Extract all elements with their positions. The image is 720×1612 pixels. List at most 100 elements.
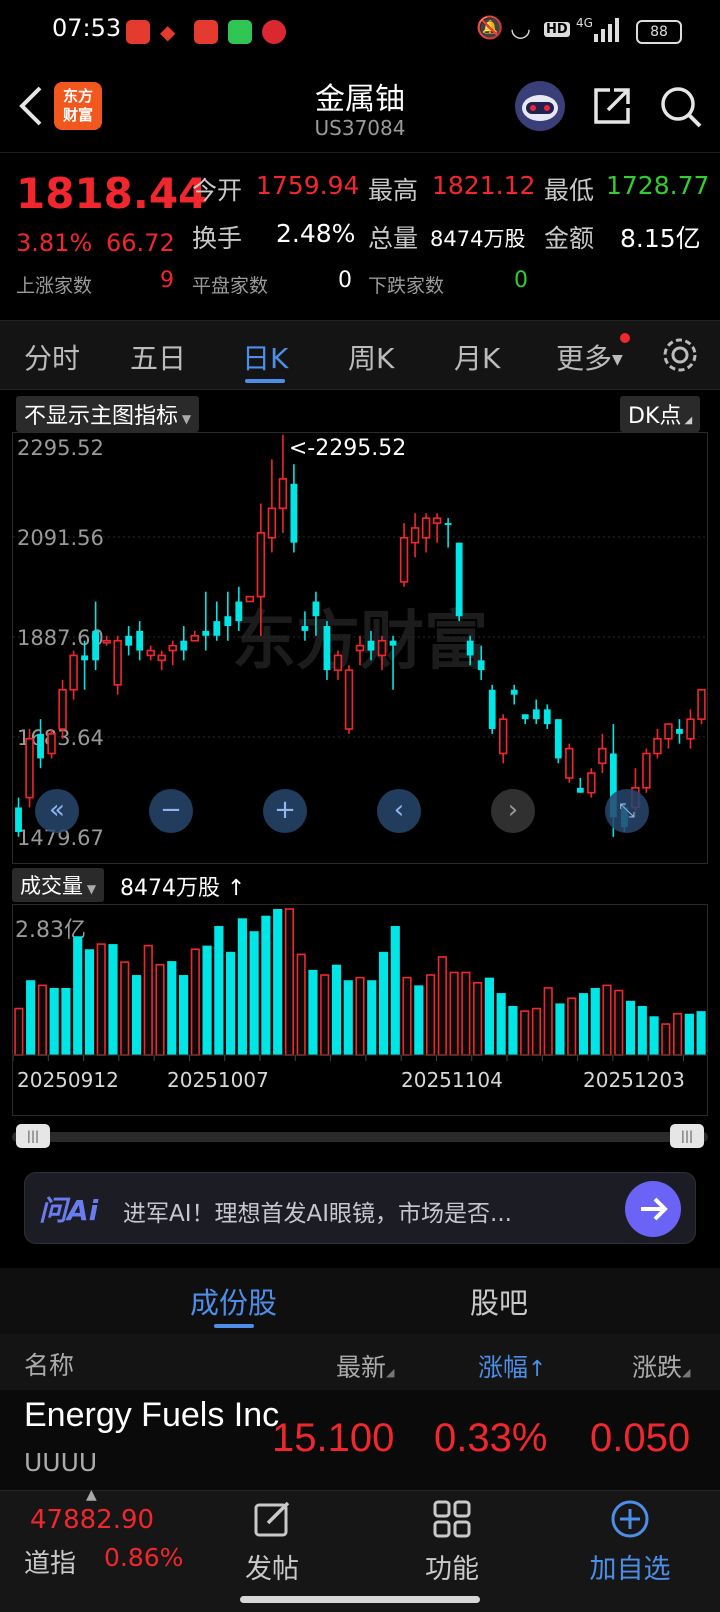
- volume-bar: [590, 987, 600, 1055]
- col-name[interactable]: 名称: [24, 1346, 74, 1382]
- candle-body: [125, 635, 133, 646]
- volume-bar: [49, 987, 59, 1055]
- volume-bar: [378, 951, 389, 1055]
- candle-body: [69, 654, 78, 691]
- last-price: 1818.44: [16, 169, 208, 218]
- scroller-right-handle[interactable]: |||: [670, 1124, 704, 1148]
- candle-body: [25, 737, 34, 799]
- tab-constituents[interactable]: 成份股: [190, 1280, 277, 1322]
- scroller-left-handle[interactable]: |||: [16, 1124, 50, 1148]
- app-header: 东方 财富 金属铀 US37084: [0, 62, 720, 152]
- row-stock-code: UUUU: [24, 1448, 98, 1477]
- search-icon[interactable]: [658, 84, 704, 134]
- robot-assistant-icon[interactable]: [514, 80, 566, 136]
- candle-body: [676, 728, 683, 734]
- volume-bar: [96, 943, 106, 1056]
- open-value: 1759.94: [256, 171, 360, 200]
- fullscreen-icon[interactable]: ⤡: [605, 789, 649, 833]
- tab-forum[interactable]: 股吧: [470, 1280, 528, 1322]
- volume-indicator-selector[interactable]: 成交量 ▼: [12, 868, 105, 902]
- candle-body: [235, 601, 243, 622]
- table-row[interactable]: Energy Fuels Inc UUUU 15.100 0.33% 0.050: [0, 1390, 720, 1490]
- candle-body: [444, 523, 452, 526]
- volume-bar: [14, 1007, 24, 1056]
- amount-value: 8.15亿: [620, 224, 701, 253]
- low-value: 1728.77: [606, 171, 710, 200]
- flat-count-label: 平盘家数: [192, 275, 269, 297]
- candle-body: [653, 737, 662, 755]
- candle-body: [58, 688, 67, 730]
- x-axis-date-label: 20250912: [17, 1068, 119, 1092]
- y-tick-label: 2091.56: [17, 526, 104, 550]
- status-time: 07:53: [52, 14, 122, 42]
- col-change[interactable]: 涨跌◢: [632, 1348, 690, 1384]
- section-tabs: 成份股 股吧: [0, 1268, 720, 1334]
- row-stock-name: Energy Fuels Inc: [24, 1396, 280, 1434]
- col-change-pct[interactable]: 涨幅↑: [478, 1348, 546, 1384]
- up-count-label: 上涨家数: [16, 275, 93, 297]
- tab-more[interactable]: 更多▼: [556, 337, 623, 377]
- low-label: 最低: [544, 176, 595, 205]
- scroll-left-fast-icon[interactable]: «: [35, 789, 79, 833]
- volume-bar: [425, 974, 436, 1056]
- candle-body: [389, 640, 397, 646]
- nav-add-watchlist[interactable]: 加自选: [570, 1499, 690, 1586]
- candle-body: [697, 688, 706, 720]
- nav-functions[interactable]: 功能: [392, 1499, 512, 1586]
- down-count: 0: [514, 268, 528, 293]
- volume-bar: [273, 909, 283, 1055]
- range-scroller[interactable]: ||| |||: [12, 1122, 708, 1150]
- dk-point-button[interactable]: DK点 ◢: [620, 396, 701, 432]
- candle-body: [466, 640, 474, 656]
- change-value: 66.72: [106, 229, 175, 257]
- volume-bar: [473, 981, 483, 1056]
- candlestick-chart[interactable]: 东方财富 2295.52 2091.56 1887.60 1683.64 1479.67 <…: [12, 432, 708, 864]
- candle-body: [410, 527, 420, 544]
- volume-bar: [155, 963, 165, 1056]
- scroll-right-icon[interactable]: ›: [491, 789, 535, 833]
- candle-body: [543, 709, 551, 725]
- tab-intraday[interactable]: 分时: [24, 337, 80, 377]
- volume-bar: [390, 926, 400, 1055]
- app-notification-icon: ◆: [160, 20, 176, 44]
- main-indicator-selector[interactable]: 不显示主图指标 ▼: [16, 396, 200, 432]
- candle-body: [92, 630, 100, 661]
- volume-bar: [414, 985, 424, 1055]
- candle-body: [15, 807, 22, 832]
- share-icon[interactable]: [590, 84, 634, 132]
- grid-icon: [433, 1500, 471, 1538]
- volume-bar: [555, 1003, 565, 1055]
- volume-bar: [508, 1005, 518, 1055]
- row-change-pct: 0.33%: [434, 1416, 548, 1460]
- tab-daily-k[interactable]: 日K: [242, 337, 288, 377]
- ai-send-button[interactable]: [625, 1181, 681, 1237]
- tab-monthly-k[interactable]: 月K: [454, 337, 500, 377]
- col-latest[interactable]: 最新◢: [336, 1348, 394, 1384]
- volume-bar: [108, 944, 118, 1055]
- candle-body: [421, 517, 431, 539]
- arrow-right-icon: [641, 1197, 668, 1221]
- ai-prompt-bar[interactable]: 问Ai 进军AI！理想首发AI眼镜，市场是否...: [24, 1172, 696, 1244]
- home-indicator[interactable]: [240, 1596, 480, 1603]
- ai-logo: 问Ai: [39, 1194, 99, 1227]
- candle-body: [587, 772, 596, 794]
- settings-gear-icon[interactable]: [660, 335, 700, 379]
- zoom-in-icon[interactable]: +: [263, 789, 307, 833]
- volume-bar: [496, 993, 506, 1055]
- candle-body: [224, 616, 232, 627]
- tab-weekly-k[interactable]: 周K: [348, 337, 394, 377]
- zoom-out-icon[interactable]: −: [149, 789, 193, 833]
- volume-chart[interactable]: 2.83亿 20250912 20251007 20251104 20251203: [12, 904, 708, 1116]
- ticker-up-icon: ▲: [86, 1487, 97, 1503]
- status-bar: 07:53 ◆ 🔕 ◡ HD 4G 88: [0, 0, 720, 62]
- nav-post[interactable]: 发帖: [212, 1499, 332, 1586]
- network-label: 4G: [576, 16, 593, 30]
- volume-bar: [614, 989, 624, 1056]
- candle-body: [598, 747, 607, 765]
- volume-bar: [661, 1023, 671, 1056]
- scroll-left-icon[interactable]: ‹: [377, 789, 421, 833]
- tab-five-day[interactable]: 五日: [130, 337, 186, 377]
- candle-body: [301, 626, 309, 631]
- ai-prompt-text: 进军AI！理想首发AI眼镜，市场是否...: [123, 1201, 512, 1227]
- index-ticker[interactable]: ▲ 47882.90 道指 0.86%: [16, 1487, 186, 1591]
